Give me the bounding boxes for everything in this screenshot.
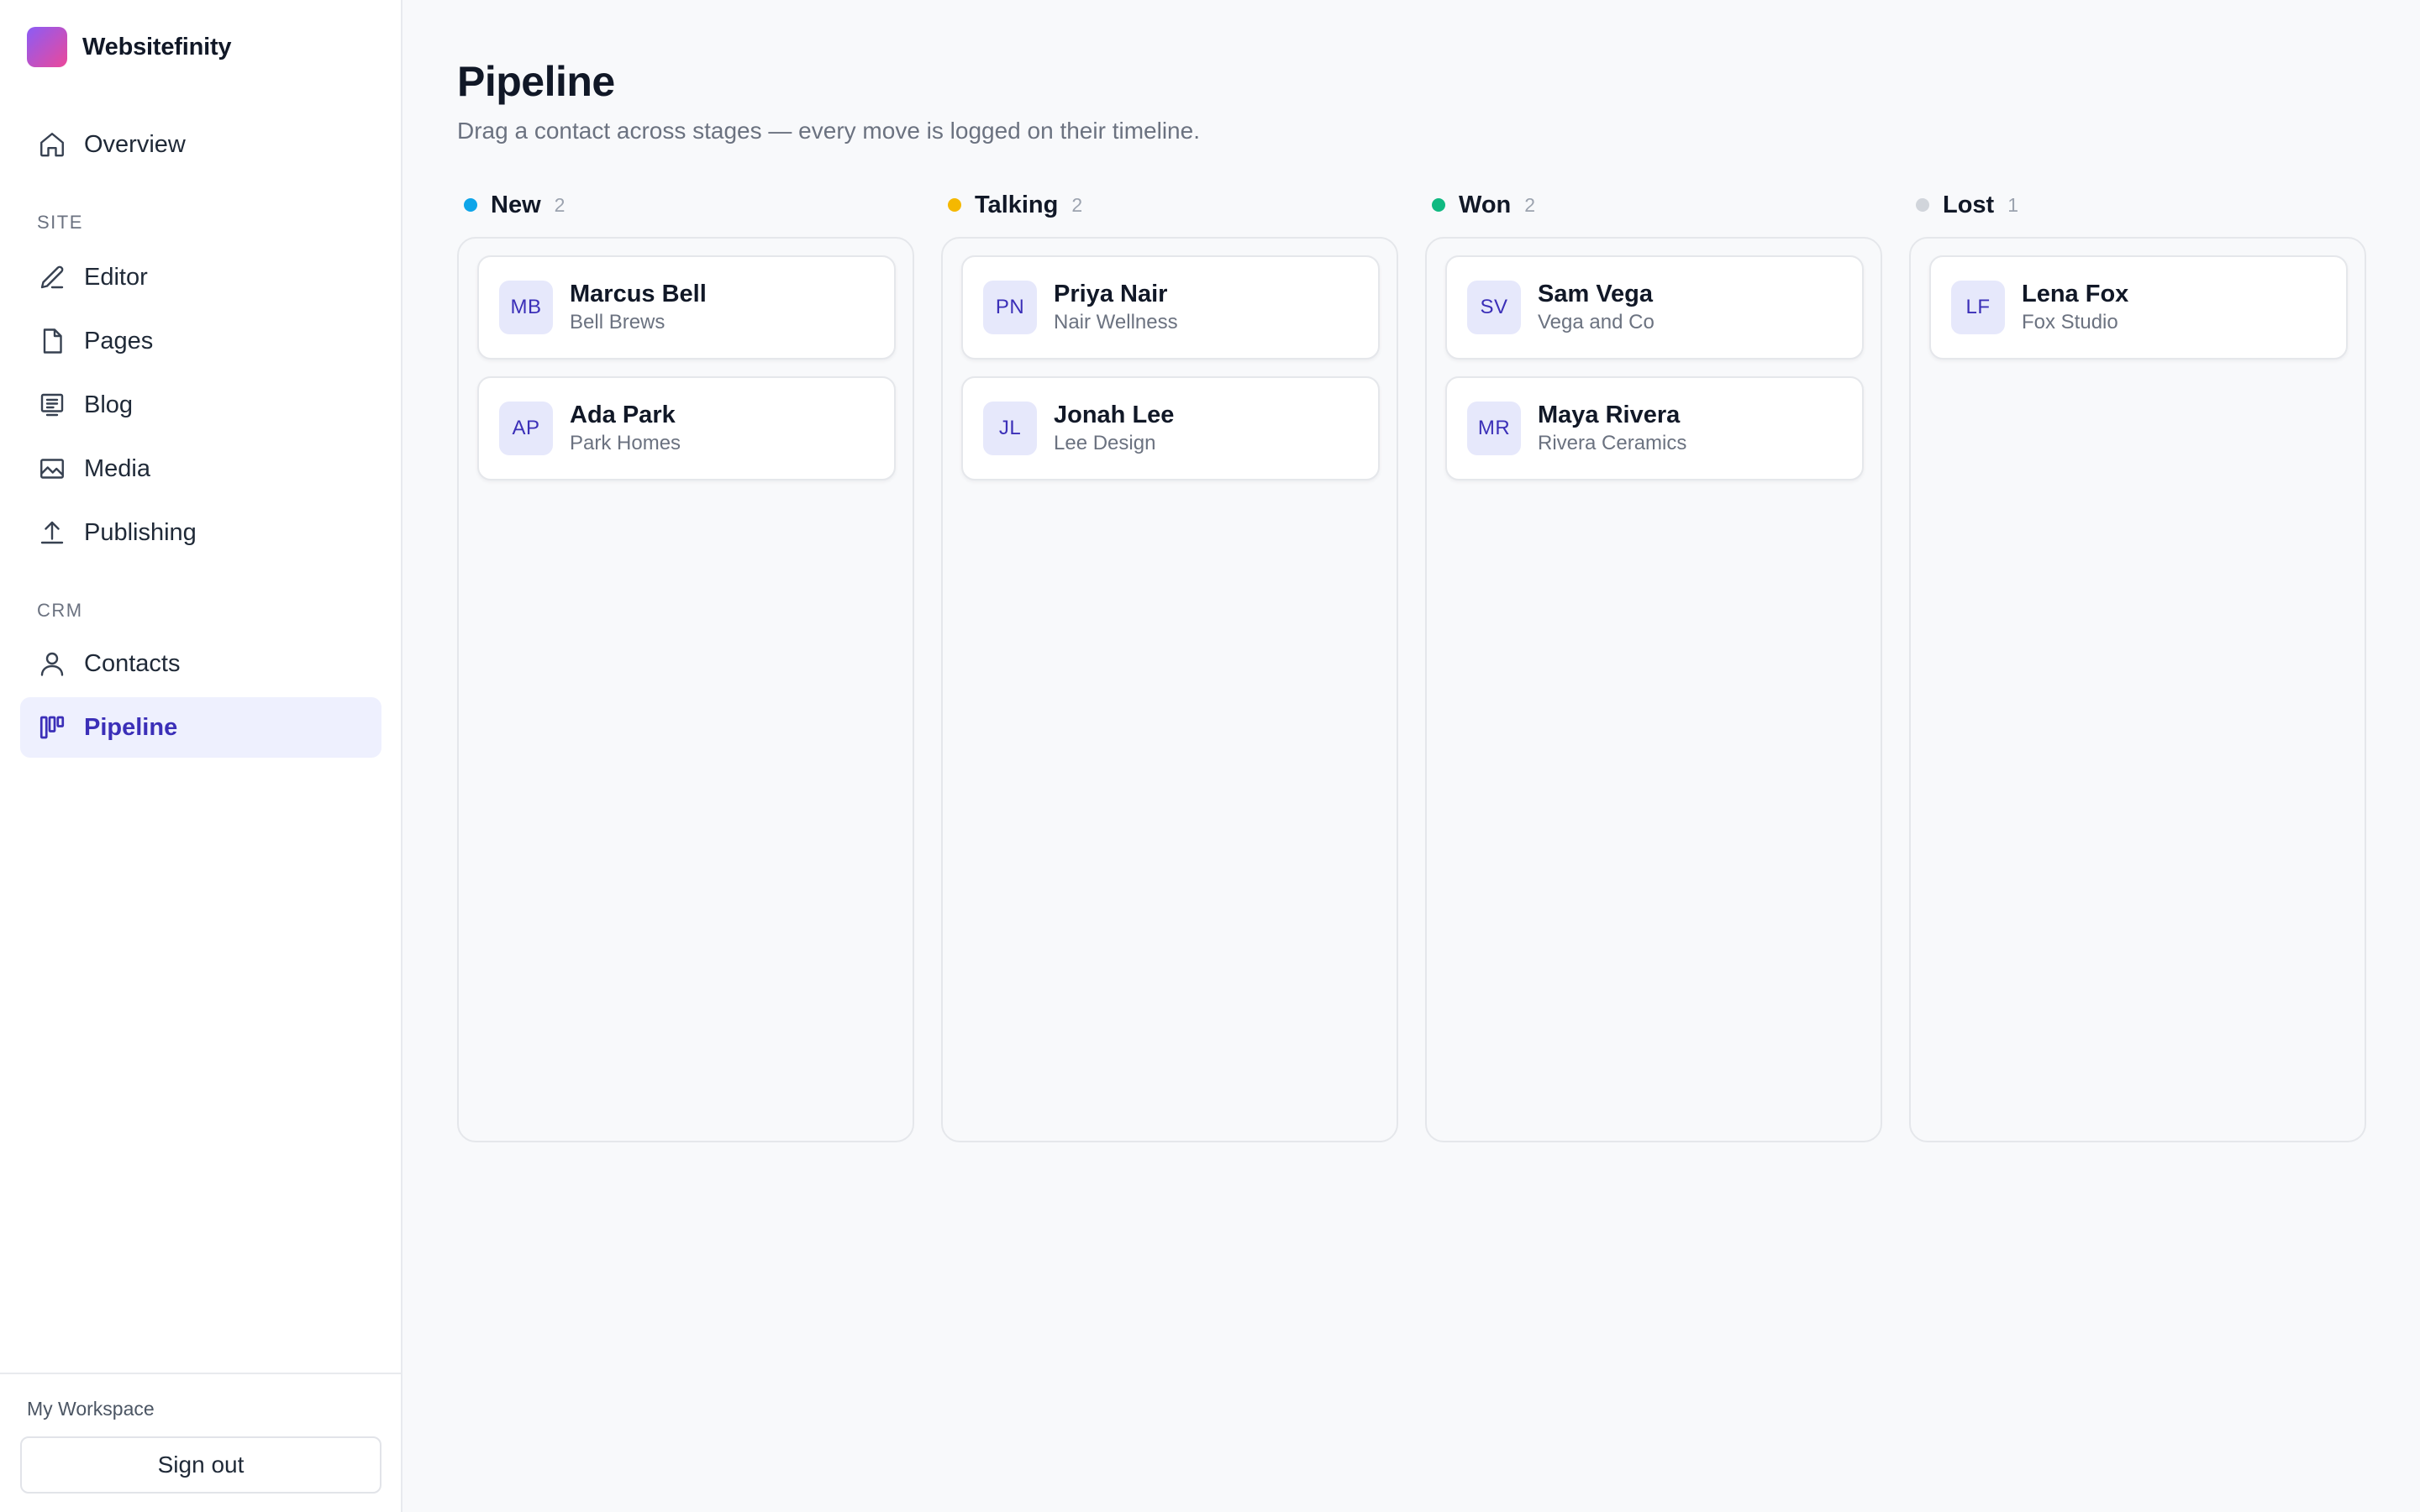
stage-dot (948, 198, 961, 212)
sidebar-item-publishing[interactable]: Publishing (20, 502, 381, 563)
column-header: Talking 2 (941, 186, 1398, 223)
contact-name: Lena Fox (2022, 281, 2129, 307)
avatar: SV (1467, 281, 1521, 334)
contact-company: Nair Wellness (1054, 311, 1178, 333)
column-dropzone[interactable]: MB Marcus Bell Bell Brews AP Ada Park Pa… (457, 237, 914, 1142)
section-label-crm: CRM (37, 600, 83, 621)
sign-out-button[interactable]: Sign out (20, 1436, 381, 1494)
contact-name: Marcus Bell (570, 281, 707, 307)
contact-company: Park Homes (570, 432, 681, 454)
stage-dot (1916, 198, 1929, 212)
contact-company: Rivera Ceramics (1538, 432, 1687, 454)
column-lost: Lost 1 LF Lena Fox Fox Studio (1909, 186, 2366, 1142)
avatar: PN (983, 281, 1037, 334)
page-title: Pipeline (457, 58, 615, 105)
contact-company: Vega and Co (1538, 311, 1655, 333)
column-dropzone[interactable]: SV Sam Vega Vega and Co MR Maya Rivera R… (1425, 237, 1882, 1142)
column-new: New 2 MB Marcus Bell Bell Brews AP Ada P… (457, 186, 914, 1142)
pencil-icon (20, 262, 84, 292)
stage-dot (1432, 198, 1445, 212)
column-header: Lost 1 (1909, 186, 2366, 223)
brand-logo (27, 27, 67, 67)
column-count: 1 (2007, 193, 2019, 216)
contact-card[interactable]: JL Jonah Lee Lee Design (961, 376, 1380, 480)
avatar: MR (1467, 402, 1521, 455)
brand[interactable]: Websitefinity (27, 27, 232, 67)
contact-company: Fox Studio (2022, 311, 2118, 333)
image-icon (20, 454, 84, 484)
column-dropzone[interactable]: LF Lena Fox Fox Studio (1909, 237, 2366, 1142)
sidebar-item-editor[interactable]: Editor (20, 247, 381, 307)
section-label-site: SITE (37, 212, 83, 233)
contact-card[interactable]: AP Ada Park Park Homes (477, 376, 896, 480)
contact-name: Sam Vega (1538, 281, 1654, 307)
home-icon (20, 129, 84, 160)
contact-card[interactable]: MB Marcus Bell Bell Brews (477, 255, 896, 360)
sidebar-item-label: Pipeline (84, 713, 178, 741)
sidebar-item-label: Publishing (84, 518, 197, 546)
blog-icon (20, 390, 84, 420)
column-header: Won 2 (1425, 186, 1882, 223)
kanban-icon (20, 712, 84, 743)
sidebar-item-pages[interactable]: Pages (20, 311, 381, 371)
user-icon (20, 648, 84, 679)
upload-icon (20, 517, 84, 548)
sidebar-item-label: Contacts (84, 649, 181, 677)
sidebar-item-label: Editor (84, 263, 148, 291)
sidebar-item-media[interactable]: Media (20, 438, 381, 499)
page-subtitle: Drag a contact across stages — every mov… (457, 118, 1200, 144)
sidebar-item-contacts[interactable]: Contacts (20, 633, 381, 694)
contact-card[interactable]: SV Sam Vega Vega and Co (1445, 255, 1864, 360)
sidebar-item-blog[interactable]: Blog (20, 375, 381, 435)
sidebar-item-pipeline[interactable]: Pipeline (20, 697, 381, 758)
sidebar: Websitefinity Overview SITE Editor Pages… (0, 0, 402, 1512)
workspace-name: My Workspace (27, 1398, 155, 1420)
sidebar-footer: My Workspace Sign out (0, 1373, 401, 1512)
sidebar-item-label: Blog (84, 391, 134, 418)
column-count: 2 (554, 193, 566, 216)
brand-name: Websitefinity (82, 33, 232, 60)
contact-company: Bell Brews (570, 311, 666, 333)
column-header: New 2 (457, 186, 914, 223)
stage-dot (464, 198, 477, 212)
contact-card[interactable]: LF Lena Fox Fox Studio (1929, 255, 2348, 360)
contact-card[interactable]: PN Priya Nair Nair Wellness (961, 255, 1380, 360)
sidebar-item-label: Pages (84, 327, 154, 354)
avatar: JL (983, 402, 1037, 455)
column-dropzone[interactable]: PN Priya Nair Nair Wellness JL Jonah Lee… (941, 237, 1398, 1142)
avatar: LF (1951, 281, 2005, 334)
column-title: Talking (975, 191, 1059, 218)
avatar: AP (499, 402, 553, 455)
sidebar-item-label: Media (84, 454, 150, 482)
sidebar-item-label: Overview (84, 130, 186, 158)
avatar: MB (499, 281, 553, 334)
contact-card[interactable]: MR Maya Rivera Rivera Ceramics (1445, 376, 1864, 480)
column-talking: Talking 2 PN Priya Nair Nair Wellness JL… (941, 186, 1398, 1142)
contact-company: Lee Design (1054, 432, 1156, 454)
column-count: 2 (1071, 193, 1083, 216)
column-title: Lost (1943, 191, 1995, 218)
contact-name: Priya Nair (1054, 281, 1168, 307)
contact-name: Ada Park (570, 402, 676, 428)
column-count: 2 (1524, 193, 1536, 216)
column-won: Won 2 SV Sam Vega Vega and Co MR Maya Ri… (1425, 186, 1882, 1142)
contact-name: Maya Rivera (1538, 402, 1681, 428)
sidebar-item-overview[interactable]: Overview (20, 114, 381, 175)
column-title: Won (1459, 191, 1512, 218)
file-icon (20, 326, 84, 356)
column-title: New (491, 191, 541, 218)
contact-name: Jonah Lee (1054, 402, 1175, 428)
